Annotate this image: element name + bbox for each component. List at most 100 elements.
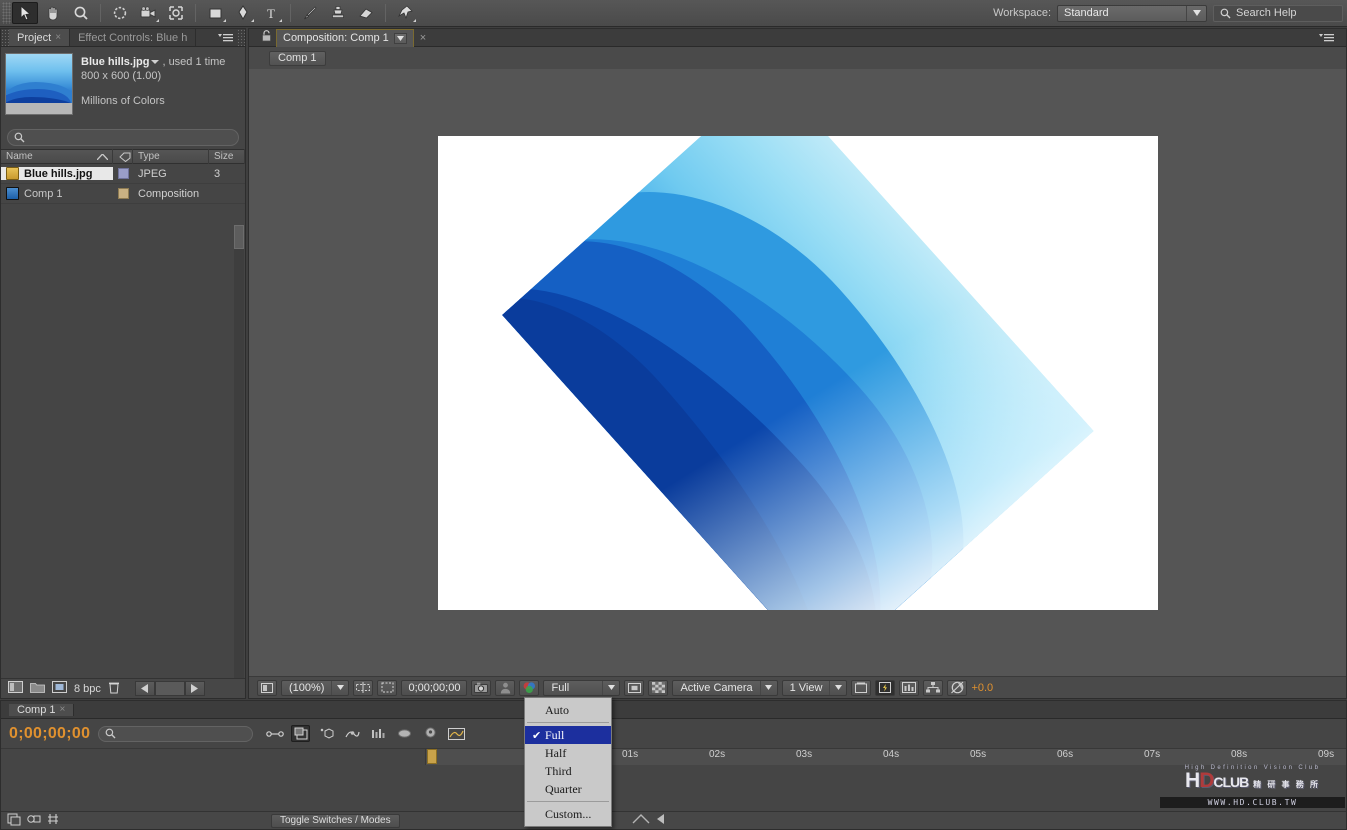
tab-composition[interactable]: Composition: Comp 1 <box>276 29 414 47</box>
comp-mini-flowchart-icon[interactable] <box>27 813 41 828</box>
chevron-down-icon[interactable] <box>829 681 846 695</box>
interpret-footage-icon[interactable] <box>52 681 67 696</box>
blue-hills-layer[interactable] <box>502 136 1094 610</box>
timeline-button-icon[interactable] <box>899 680 919 696</box>
close-icon[interactable]: × <box>414 32 432 44</box>
nav-forward-button[interactable] <box>185 681 205 696</box>
nav-back-button[interactable] <box>135 681 155 696</box>
toolbar-grip[interactable] <box>2 2 11 24</box>
choose-grid-guides-icon[interactable] <box>353 680 373 696</box>
new-composition-icon[interactable] <box>8 681 23 696</box>
show-channel-icon[interactable] <box>519 680 539 696</box>
exposure-value[interactable]: +0.0 <box>971 682 993 694</box>
timeline-scroll-left-icon[interactable] <box>657 814 665 827</box>
panel-grip-right[interactable] <box>237 29 245 46</box>
search-help-input[interactable]: Search Help <box>1213 5 1343 22</box>
graph-editor-toggle-icon[interactable] <box>395 725 414 742</box>
column-type[interactable]: Type <box>133 149 209 164</box>
composition-canvas[interactable] <box>438 136 1158 610</box>
chevron-down-icon[interactable] <box>151 60 159 64</box>
pixel-aspect-correction-icon[interactable] <box>851 680 871 696</box>
menu-item-auto[interactable]: Auto <box>525 701 611 719</box>
comp-flowchart-view-icon[interactable] <box>7 813 21 829</box>
timeline-search-input[interactable] <box>98 726 253 742</box>
project-search-input[interactable] <box>7 129 239 146</box>
resolution-dropdown-menu[interactable]: Auto ✔ Full Half Third Quarter Custom... <box>524 697 612 827</box>
timeline-current-time[interactable]: 0;00;00;00 <box>9 725 90 743</box>
clone-stamp-tool[interactable] <box>325 2 351 24</box>
table-row[interactable]: Comp 1 Composition <box>1 184 245 204</box>
toggle-mask-paths-icon[interactable] <box>624 680 644 696</box>
puppet-pin-tool[interactable] <box>392 2 418 24</box>
delete-icon[interactable] <box>108 681 120 697</box>
camera-tool[interactable] <box>135 2 161 24</box>
column-name[interactable]: Name <box>1 149 113 164</box>
motion-sketch-icon[interactable] <box>47 813 59 828</box>
selection-tool[interactable] <box>12 2 38 24</box>
enable-frame-blending-icon[interactable] <box>343 725 362 742</box>
pan-behind-tool[interactable] <box>163 2 189 24</box>
lock-icon[interactable] <box>257 30 276 45</box>
composition-viewer[interactable] <box>249 69 1346 676</box>
brainstorm-icon[interactable] <box>421 725 440 742</box>
resolution-select[interactable]: Full <box>543 680 620 696</box>
draft-3d-icon[interactable] <box>291 725 310 742</box>
pen-tool[interactable] <box>230 2 256 24</box>
rotation-tool[interactable] <box>107 2 133 24</box>
hand-tool[interactable] <box>40 2 66 24</box>
type-tool[interactable]: T <box>258 2 284 24</box>
menu-item-full[interactable]: ✔ Full <box>525 726 611 744</box>
fast-previews-icon[interactable] <box>875 680 895 696</box>
close-icon[interactable]: × <box>55 32 61 43</box>
hide-shy-layers-icon[interactable] <box>317 725 336 742</box>
composition-panel-menu[interactable] <box>1319 33 1338 43</box>
take-snapshot-icon[interactable] <box>471 680 491 696</box>
toggle-switches-modes-button[interactable]: Toggle Switches / Modes <box>271 814 400 828</box>
shape-tool[interactable] <box>202 2 228 24</box>
project-scrollbar-thumb[interactable] <box>234 225 244 249</box>
graph-editor-icon[interactable] <box>447 725 466 742</box>
show-snapshot-icon[interactable] <box>495 680 515 696</box>
new-folder-icon[interactable] <box>30 681 45 696</box>
chevron-down-icon[interactable] <box>602 681 619 695</box>
brush-tool[interactable] <box>297 2 323 24</box>
project-panel-menu[interactable] <box>218 29 237 46</box>
exposure-reset-icon[interactable] <box>947 680 967 696</box>
close-icon[interactable]: × <box>60 704 66 715</box>
breadcrumb-comp-1[interactable]: Comp 1 <box>269 51 326 66</box>
table-row[interactable]: Blue hills.jpg JPEG 3 <box>1 164 245 184</box>
column-size[interactable]: Size <box>209 149 245 164</box>
chevron-down-icon[interactable] <box>331 681 348 695</box>
magnification-select[interactable]: (100%) <box>281 680 349 696</box>
enable-motion-blur-icon[interactable] <box>369 725 388 742</box>
chevron-down-icon[interactable] <box>760 681 777 695</box>
composition-timecode[interactable]: 0;00;00;00 <box>401 680 467 696</box>
project-scrollbar[interactable] <box>234 225 244 695</box>
project-item-swatch[interactable] <box>113 188 133 199</box>
zoom-tool[interactable] <box>68 2 94 24</box>
bit-depth-label[interactable]: 8 bpc <box>74 683 101 695</box>
timeline-zoom-slider-icon[interactable] <box>631 814 651 827</box>
camera-select[interactable]: Active Camera <box>672 680 777 696</box>
tab-effect-controls[interactable]: Effect Controls: Blue h <box>70 29 196 46</box>
workspace-select[interactable]: Standard <box>1057 5 1207 22</box>
tab-project[interactable]: Project × <box>9 29 70 46</box>
project-item-swatch[interactable] <box>113 168 133 179</box>
menu-item-quarter[interactable]: Quarter <box>525 780 611 798</box>
menu-item-custom[interactable]: Custom... <box>525 805 611 823</box>
toggle-transparency-grid-icon[interactable] <box>648 680 668 696</box>
live-update-icon[interactable] <box>265 725 284 742</box>
chevron-down-icon[interactable] <box>394 33 407 44</box>
nav-field[interactable] <box>155 681 185 696</box>
menu-item-third[interactable]: Third <box>525 762 611 780</box>
always-preview-icon[interactable] <box>257 680 277 696</box>
region-of-interest-icon[interactable] <box>377 680 397 696</box>
current-time-indicator[interactable] <box>427 749 437 764</box>
comp-flowchart-icon[interactable] <box>923 680 943 696</box>
menu-item-half[interactable]: Half <box>525 744 611 762</box>
views-select[interactable]: 1 View <box>782 680 848 696</box>
eraser-tool[interactable] <box>353 2 379 24</box>
tab-timeline-comp-1[interactable]: Comp 1 × <box>9 704 74 716</box>
panel-grip[interactable] <box>1 29 9 46</box>
column-label-tag[interactable] <box>113 149 133 164</box>
